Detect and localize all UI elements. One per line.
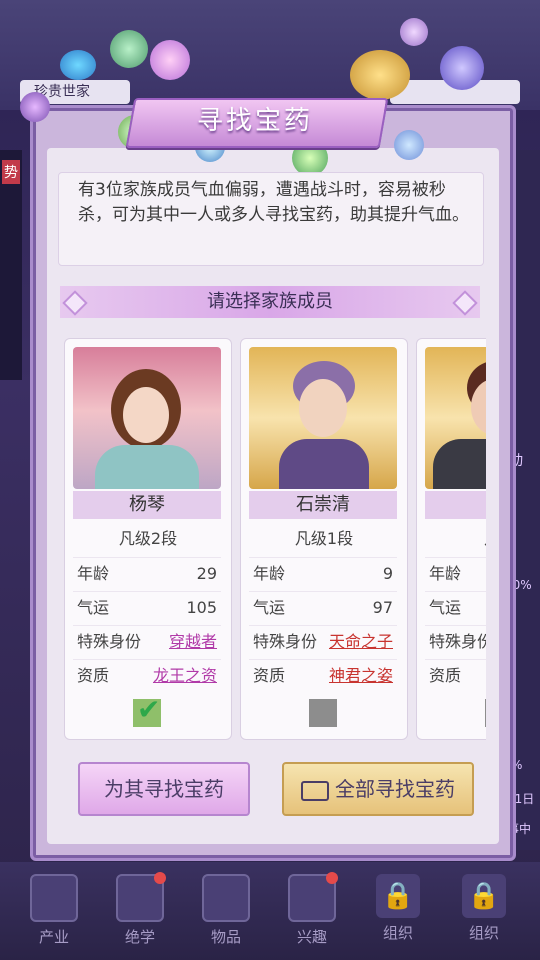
identity-label: 特殊身份	[77, 632, 142, 651]
outfit-shape	[433, 439, 486, 489]
nav-label: 产业	[38, 928, 69, 946]
luck-value: 97	[372, 598, 393, 617]
age-row: 年龄	[425, 557, 486, 590]
nav-label: 物品	[210, 928, 241, 946]
identity-row: 特殊身份 天命之子	[249, 625, 397, 658]
lock-icon: 🔒	[462, 874, 506, 918]
notification-dot	[326, 872, 338, 884]
age-label: 年龄	[77, 564, 110, 583]
fish-decoration	[60, 50, 96, 80]
member-select-checkbox[interactable]	[309, 699, 337, 727]
description-text: 有3位家族成员气血偏弱，遭遇战斗时，容易被秒杀，可为其中一人或多人寻找宝药，助其…	[78, 180, 469, 225]
dialog-title: 寻找宝药	[196, 106, 313, 136]
find-all-button[interactable]: 全部寻找宝药	[282, 762, 474, 816]
nav-label: 组织	[468, 924, 499, 942]
bag-icon	[202, 874, 250, 922]
luck-row: 气运	[425, 591, 486, 624]
quality-label: 资质	[429, 666, 462, 685]
bubble-decoration	[20, 92, 50, 122]
find-all-label: 全部寻找宝药	[335, 777, 455, 801]
nav-label: 兴趣	[296, 928, 327, 946]
video-icon	[301, 780, 329, 801]
member-rank: 凡级2段	[118, 529, 178, 548]
nav-label: 组织	[382, 924, 413, 942]
identity-row: 特殊身份 穿越者	[73, 625, 221, 658]
age-value: 9	[382, 564, 393, 583]
identity-row: 特殊身份	[425, 625, 486, 658]
nav-label: 绝学	[124, 928, 155, 946]
member-portrait	[249, 347, 397, 489]
quality-row: 资质 神君之姿	[249, 659, 397, 692]
flower-decoration	[150, 40, 190, 80]
member-name: 杨琴	[73, 491, 221, 519]
lock-icon: 🔒	[376, 874, 420, 918]
outfit-shape	[279, 439, 369, 489]
quality-label: 资质	[253, 666, 286, 685]
luck-row: 气运 97	[249, 591, 397, 624]
nav-item-organization[interactable]: 🔒 组织	[358, 872, 438, 952]
age-row: 年龄 9	[249, 557, 397, 590]
face-shape	[123, 387, 169, 443]
member-portrait	[73, 347, 221, 489]
face-shape	[299, 379, 347, 437]
nav-item-skills[interactable]: 绝学	[100, 872, 180, 952]
leaf-decoration	[110, 30, 148, 68]
luck-label: 气运	[429, 598, 462, 617]
luck-value: 105	[186, 598, 217, 617]
quality-row: 资质	[425, 659, 486, 692]
side-label: 势	[2, 160, 20, 184]
member-card-list[interactable]: 杨琴 凡级2段 年龄 29 气运 105 特殊身份 穿越者 资质 龙王之资 ✔ 石崇清 …	[56, 332, 486, 742]
luck-row: 气运 105	[73, 591, 221, 624]
quality-row: 资质 龙王之资	[73, 659, 221, 692]
age-label: 年龄	[429, 564, 462, 583]
nav-item-items[interactable]: 物品	[186, 872, 266, 952]
quality-link[interactable]: 神君之姿	[329, 660, 393, 692]
blossom-decoration	[350, 50, 410, 100]
member-portrait	[425, 347, 486, 489]
luck-label: 气运	[77, 598, 110, 617]
age-row: 年龄 29	[73, 557, 221, 590]
nav-item-organization-2[interactable]: 🔒 组织	[444, 872, 524, 952]
member-rank: 凡级	[417, 525, 486, 549]
identity-link[interactable]: 穿越者	[169, 626, 217, 658]
identity-label: 特殊身份	[429, 632, 486, 651]
member-card[interactable]: 杨琴 凡级2段 年龄 29 气运 105 特殊身份 穿越者 资质 龙王之资 ✔	[64, 338, 232, 740]
checkmark-icon: ✔	[137, 693, 161, 726]
identity-link[interactable]: 天命之子	[329, 626, 393, 658]
member-card[interactable]: 石崇清 凡级1段 年龄 9 气运 97 特殊身份 天命之子 资质 神君之姿	[240, 338, 408, 740]
member-select-checkbox[interactable]	[485, 699, 486, 727]
age-label: 年龄	[253, 564, 286, 583]
member-rank: 凡级1段	[294, 529, 354, 548]
nav-item-hobby[interactable]: 兴趣	[272, 872, 352, 952]
notification-dot	[154, 872, 166, 884]
quality-label: 资质	[77, 666, 110, 685]
quality-link[interactable]: 龙王之资	[153, 660, 217, 692]
crystal-decoration	[394, 130, 424, 160]
member-name: 石崇清	[249, 491, 397, 519]
luck-label: 气运	[253, 598, 286, 617]
grape-decoration	[440, 46, 484, 90]
member-select-checkbox[interactable]: ✔	[133, 693, 161, 727]
find-for-selected-button[interactable]: 为其寻找宝药	[78, 762, 250, 816]
building-icon	[30, 874, 78, 922]
age-value: 29	[196, 564, 217, 583]
nav-item-industry[interactable]: 产业	[14, 872, 94, 952]
background-left-strip: 势	[0, 150, 22, 380]
member-name: 石	[425, 491, 486, 519]
identity-label: 特殊身份	[253, 632, 318, 651]
section-title: 请选择家族成员	[207, 291, 333, 312]
bubble-decoration-2	[400, 18, 428, 46]
outfit-shape	[95, 445, 199, 489]
member-card[interactable]: 石 凡级 年龄 气运 特殊身份 资质	[416, 338, 486, 740]
